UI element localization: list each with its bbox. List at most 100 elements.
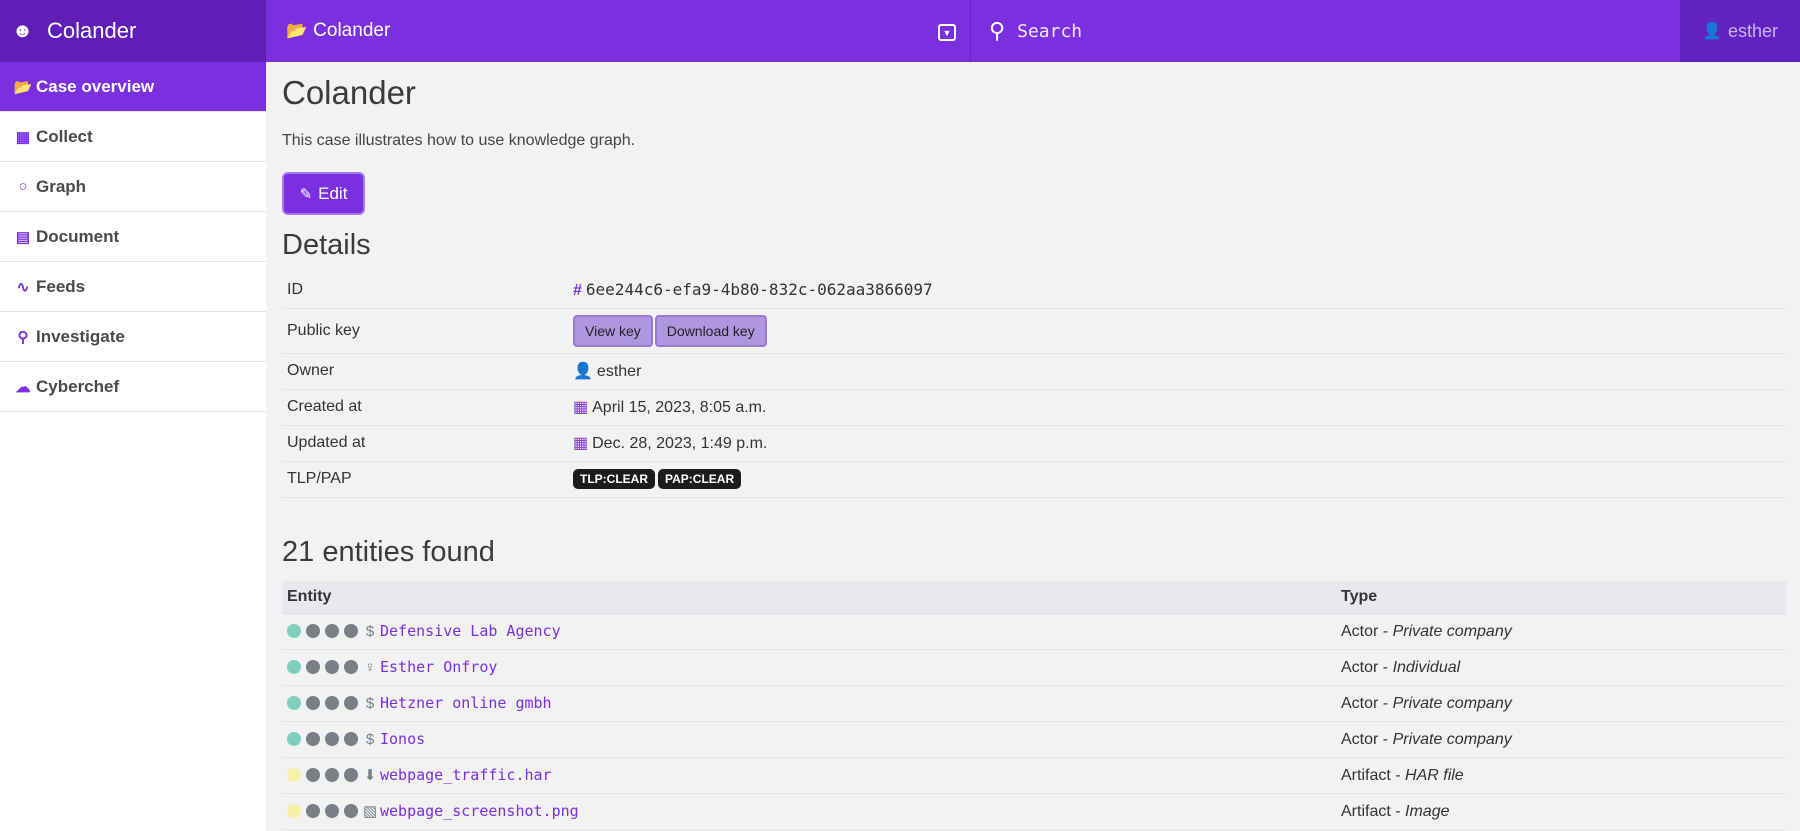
- sidebar-item-feeds[interactable]: ∿ Feeds: [0, 262, 266, 312]
- entity-link[interactable]: webpage_traffic.har: [380, 766, 552, 784]
- table-row: $ Hetzner online gmbh Actor - Private comp…: [282, 685, 1786, 722]
- details-heading: Details: [282, 229, 371, 261]
- dollar-icon: $: [365, 730, 375, 748]
- status-dot: [344, 660, 358, 675]
- entity-subtype: Individual: [1392, 658, 1461, 676]
- folder-open-icon: 📂: [286, 21, 308, 40]
- edit-icon: ✎: [299, 185, 313, 203]
- status-dot: [344, 804, 358, 819]
- details-row-public-key: Public key View key Download key: [282, 308, 1786, 354]
- status-dot: [306, 696, 320, 711]
- calendar-icon: ▦: [573, 435, 589, 452]
- entity-subtype: Private company: [1392, 694, 1512, 712]
- status-dot: [306, 660, 320, 675]
- status-dot: [344, 624, 358, 639]
- entities-header-row: Entity Type: [282, 580, 1786, 614]
- sidebar-item-label: Cyberchef: [36, 376, 120, 396]
- case-description: This case illustrates how to use knowled…: [282, 132, 636, 149]
- sidebar-item-collect[interactable]: ▦ Collect: [0, 112, 266, 162]
- view-key-button[interactable]: View key: [573, 314, 653, 347]
- entity-link[interactable]: Hetzner online gmbh: [380, 694, 552, 712]
- sidebar-item-label: Collect: [36, 126, 93, 146]
- status-dot: [325, 804, 339, 819]
- status-dot: [306, 768, 320, 783]
- tlp-status-dot: [287, 660, 301, 675]
- entity-type: Artifact: [1341, 802, 1391, 820]
- tlp-status-dot: [287, 624, 301, 639]
- hash-icon: #: [573, 281, 582, 299]
- entity-subtype: Image: [1405, 802, 1450, 820]
- detail-label: Owner: [282, 353, 568, 390]
- page-title: Colander: [282, 74, 416, 111]
- table-row: $ Defensive Lab Agency Actor - Private com…: [282, 613, 1786, 650]
- type-separator: -: [1378, 622, 1393, 640]
- person-icon: ♀: [364, 658, 376, 676]
- status-dot: [325, 768, 339, 783]
- edit-button[interactable]: ✎ Edit: [282, 172, 365, 215]
- details-row-updated: Updated at ▦ Dec. 28, 2023, 1:49 p.m.: [282, 425, 1786, 462]
- table-row: $ Ionos Actor - Private company: [282, 721, 1786, 758]
- edit-button-label: Edit: [318, 183, 348, 203]
- status-dot: [344, 768, 358, 783]
- sidebar-item-graph[interactable]: ○ Graph: [0, 162, 266, 212]
- document-icon: ▤: [15, 228, 31, 246]
- sidebar-item-label: Feeds: [36, 276, 86, 296]
- sidebar-item-case-overview[interactable]: 📂 Case overview: [0, 62, 266, 112]
- entity-link[interactable]: Ionos: [380, 730, 425, 748]
- download-key-button[interactable]: Download key: [654, 314, 767, 347]
- sidebar-item-label: Investigate: [36, 326, 125, 346]
- status-dot: [325, 624, 339, 639]
- sidebar-item-document[interactable]: ▤ Document: [0, 212, 266, 262]
- table-row: ♀ Esther Onfroy Actor - Individual: [282, 649, 1786, 686]
- status-dot: [306, 732, 320, 747]
- search-icon: ⚲: [989, 18, 1006, 43]
- status-dot: [306, 624, 320, 639]
- chef-hat-icon: ☁: [15, 378, 31, 396]
- sidebar-item-investigate[interactable]: ⚲ Investigate: [0, 312, 266, 362]
- sidebar-item-label: Case overview: [36, 76, 155, 96]
- calendar-icon: ▦: [573, 399, 589, 416]
- detail-label: Updated at: [282, 425, 568, 462]
- brand[interactable]: ☻ Colander: [0, 0, 266, 62]
- tlp-status-dot: [287, 804, 301, 819]
- status-dot: [306, 804, 320, 819]
- user-icon: 👤: [1702, 23, 1722, 40]
- image-icon: ▧: [363, 803, 378, 821]
- detail-label: TLP/PAP: [282, 461, 568, 498]
- file-download-icon: ⬇: [363, 767, 377, 785]
- sidebar-item-label: Graph: [36, 176, 87, 196]
- detail-label: Created at: [282, 389, 568, 426]
- updated-value: Dec. 28, 2023, 1:49 p.m.: [592, 435, 768, 452]
- sidebar: 📂 Case overview ▦ Collect ○ Graph ▤ Docu…: [0, 62, 266, 831]
- details-row-created: Created at ▦ April 15, 2023, 8:05 a.m.: [282, 389, 1786, 426]
- entities-heading: 21 entities found: [282, 535, 495, 568]
- case-dropdown-icon[interactable]: ▼: [938, 24, 956, 41]
- entity-link[interactable]: Defensive Lab Agency: [380, 622, 561, 640]
- entity-type: Actor: [1341, 730, 1379, 748]
- sidebar-item-cyberchef[interactable]: ☁ Cyberchef: [0, 362, 266, 412]
- tlp-status-dot: [287, 732, 301, 747]
- user-name: esther: [1727, 20, 1778, 41]
- case-switcher[interactable]: 📂 Colander ▼: [266, 0, 971, 62]
- colander-logo-icon: ☻: [12, 19, 34, 42]
- user-icon: 👤: [573, 363, 593, 380]
- status-dot: [344, 696, 358, 711]
- entity-subtype: HAR file: [1405, 766, 1464, 784]
- user-menu[interactable]: 👤 esther: [1680, 0, 1800, 62]
- search-input[interactable]: [1017, 20, 1618, 42]
- type-separator: -: [1378, 658, 1393, 676]
- tlp-status-dot: [287, 696, 301, 711]
- details-row-owner: Owner 👤 esther: [282, 353, 1786, 390]
- details-row-tlp-pap: TLP/PAP TLP:CLEAR PAP:CLEAR: [282, 461, 1786, 498]
- entity-link[interactable]: Esther Onfroy: [380, 658, 497, 676]
- graph-icon: ○: [18, 178, 28, 195]
- sidebar-item-label: Document: [36, 226, 120, 246]
- search-icon: ⚲: [17, 328, 29, 346]
- detail-label: Public key: [282, 308, 568, 354]
- type-separator: -: [1378, 694, 1393, 712]
- main-content: Colander This case illustrates how to us…: [282, 62, 1786, 830]
- column-header-type: Type: [1336, 580, 1786, 614]
- column-header-entity: Entity: [282, 580, 1336, 614]
- entity-link[interactable]: webpage_screenshot.png: [380, 802, 579, 820]
- entity-type: Artifact: [1341, 766, 1391, 784]
